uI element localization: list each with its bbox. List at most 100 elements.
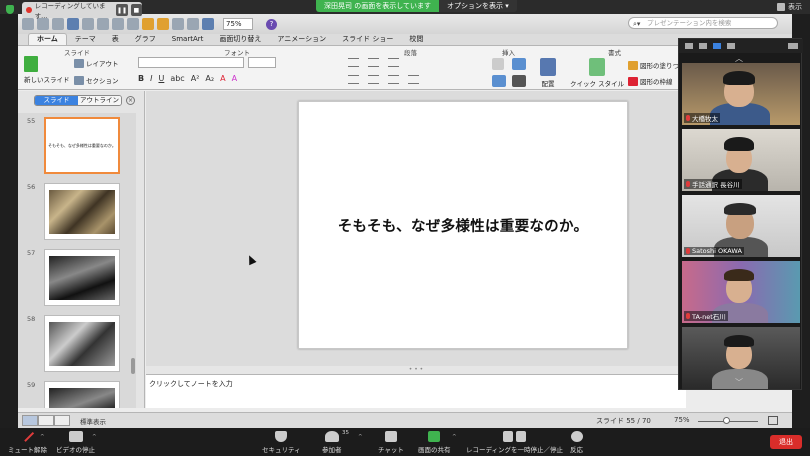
font-color-icon[interactable]: A bbox=[220, 74, 225, 83]
chevron-up-icon[interactable]: ^ bbox=[452, 434, 457, 440]
tab-chart[interactable]: グラフ bbox=[127, 34, 164, 45]
arrange-button[interactable]: 配置 bbox=[540, 58, 556, 88]
tab-slides[interactable]: スライド bbox=[35, 96, 78, 105]
minimize-icon[interactable] bbox=[685, 43, 693, 49]
section-button[interactable]: セクション bbox=[74, 75, 119, 85]
font-size-select[interactable] bbox=[248, 57, 276, 68]
tab-transitions[interactable]: 画面切り替え bbox=[211, 34, 269, 45]
presenter-view-icon[interactable] bbox=[54, 415, 70, 426]
slide-thumbnail-selected[interactable]: そもそも、なぜ多様性は重要なのか。 bbox=[44, 117, 120, 174]
shape-icon[interactable] bbox=[492, 75, 506, 87]
reactions-button[interactable]: 反応 bbox=[570, 431, 583, 454]
align-right-icon[interactable] bbox=[388, 75, 399, 84]
close-icon[interactable]: × bbox=[126, 96, 135, 105]
chat-button[interactable]: チャット bbox=[378, 431, 404, 454]
tab-review[interactable]: 校閲 bbox=[401, 34, 431, 45]
redo-icon[interactable] bbox=[172, 18, 184, 30]
gallery-view-icon[interactable] bbox=[727, 43, 735, 49]
bold-icon[interactable]: B bbox=[138, 74, 144, 83]
indent-icon[interactable] bbox=[388, 58, 399, 67]
subscript-icon[interactable]: A₂ bbox=[205, 74, 214, 83]
thumbnail-view-icon[interactable] bbox=[699, 43, 707, 49]
chevron-up-icon[interactable]: ^ bbox=[40, 434, 45, 440]
slide-thumbnail[interactable] bbox=[44, 315, 120, 372]
underline-icon[interactable]: U bbox=[158, 74, 164, 83]
zoom-select[interactable]: 75% bbox=[223, 18, 253, 30]
tab-home[interactable]: ホーム bbox=[28, 33, 67, 45]
slide-thumbnail[interactable] bbox=[44, 249, 120, 306]
tab-slideshow[interactable]: スライド ショー bbox=[334, 34, 401, 45]
gallery-icon[interactable] bbox=[202, 18, 214, 30]
chevron-up-icon[interactable]: ^ bbox=[358, 434, 363, 440]
text-box-icon[interactable] bbox=[492, 58, 504, 70]
chevron-up-icon[interactable]: ^ bbox=[92, 434, 97, 440]
shape-outline-label: 図形の枠線 bbox=[640, 78, 673, 86]
display-button[interactable]: 表示 bbox=[777, 2, 802, 12]
slide-thumbnail[interactable] bbox=[44, 183, 120, 240]
tab-outline[interactable]: アウトライン bbox=[78, 96, 121, 105]
list-item[interactable]: 57 bbox=[18, 247, 136, 309]
tab-table[interactable]: 表 bbox=[104, 34, 127, 45]
numbering-icon[interactable] bbox=[368, 58, 379, 67]
notes-pane[interactable]: クリックしてノートを入力 bbox=[146, 374, 686, 408]
participant-tile[interactable]: TA-net石川 bbox=[682, 261, 800, 323]
bullets-icon[interactable] bbox=[348, 58, 359, 67]
copy-icon[interactable] bbox=[112, 18, 124, 30]
notes-splitter[interactable]: • • • bbox=[146, 366, 686, 374]
list-item[interactable]: 59 bbox=[18, 379, 136, 408]
participant-tile-active[interactable]: 手話通訳 長谷川 bbox=[682, 129, 800, 191]
new-icon[interactable] bbox=[22, 18, 34, 30]
layout-button[interactable]: レイアウト bbox=[74, 58, 119, 68]
options-button[interactable]: オプションを表示 ▾ bbox=[439, 0, 517, 12]
recording-control-button[interactable]: レコーディングを一時停止／停止 bbox=[466, 431, 563, 454]
justify-icon[interactable] bbox=[408, 75, 419, 84]
slide-thumbnail[interactable] bbox=[44, 381, 120, 408]
participant-tile[interactable]: Satoshi OKAWA bbox=[682, 195, 800, 257]
paste-icon[interactable] bbox=[127, 18, 139, 30]
tab-theme[interactable]: テーマ bbox=[67, 34, 104, 45]
format-painter-icon[interactable] bbox=[142, 18, 154, 30]
slide-title[interactable]: そもそも、なぜ多様性は重要なのか。 bbox=[338, 215, 589, 236]
slide-sorter-icon[interactable] bbox=[38, 415, 54, 426]
highlight-icon[interactable]: A bbox=[232, 74, 237, 83]
new-slide-button[interactable]: 新しいスライド bbox=[24, 56, 70, 84]
superscript-icon[interactable]: A² bbox=[191, 74, 200, 83]
tab-smartart[interactable]: SmartArt bbox=[164, 34, 212, 45]
current-slide[interactable]: そもそも、なぜ多様性は重要なのか。 bbox=[298, 101, 628, 349]
speaker-view-icon[interactable] bbox=[713, 43, 721, 49]
slideshow-icon[interactable] bbox=[187, 18, 199, 30]
pause-recording-icon[interactable]: ❚❚ bbox=[116, 4, 128, 16]
media-icon[interactable] bbox=[512, 75, 526, 87]
slide-canvas[interactable]: そもそも、なぜ多様性は重要なのか。 bbox=[146, 91, 686, 366]
align-center-icon[interactable] bbox=[368, 75, 379, 84]
thumbnail-scrollbar[interactable] bbox=[131, 358, 135, 374]
shape-outline-button[interactable]: 図形の枠線 bbox=[628, 76, 673, 86]
stop-recording-icon[interactable]: ■ bbox=[130, 4, 143, 16]
picture-icon[interactable] bbox=[512, 58, 526, 70]
share-screen-button[interactable]: 画面の共有 bbox=[418, 431, 451, 454]
shape-fill-button[interactable]: 図形の塗りつ bbox=[628, 60, 679, 70]
font-name-select[interactable] bbox=[138, 57, 244, 68]
list-item[interactable]: 55 そもそも、なぜ多様性は重要なのか。 bbox=[18, 115, 136, 177]
list-item[interactable]: 56 bbox=[18, 181, 136, 243]
align-left-icon[interactable] bbox=[348, 75, 359, 84]
help-icon[interactable]: ? bbox=[266, 18, 277, 30]
thumbnail-list[interactable]: 55 そもそも、なぜ多様性は重要なのか。 56 57 58 59 bbox=[18, 113, 136, 408]
search-input[interactable]: ⌕▾ プレゼンテーション内を検索 bbox=[628, 17, 778, 29]
scroll-down-icon[interactable]: ﹀ bbox=[735, 377, 743, 388]
tab-animations[interactable]: アニメーション bbox=[269, 34, 334, 45]
strikethrough-icon[interactable]: abc bbox=[170, 74, 184, 83]
undo-icon[interactable] bbox=[157, 18, 169, 30]
security-button[interactable]: セキュリティ bbox=[262, 431, 301, 454]
zoom-slider-handle[interactable] bbox=[723, 417, 730, 424]
participant-tile[interactable]: 大橋牧太 bbox=[682, 63, 800, 125]
leave-meeting-button[interactable]: 退出 bbox=[770, 435, 802, 449]
stop-video-button[interactable]: ビデオの停止 bbox=[56, 431, 95, 454]
fit-to-window-icon[interactable] bbox=[768, 416, 778, 425]
quick-style-button[interactable]: クイック スタイル bbox=[570, 58, 624, 88]
panel-options-icon[interactable] bbox=[788, 43, 798, 49]
italic-icon[interactable]: I bbox=[150, 74, 152, 83]
participants-button[interactable]: 参加者 bbox=[322, 431, 342, 454]
normal-view-icon[interactable] bbox=[22, 415, 38, 426]
list-item[interactable]: 58 bbox=[18, 313, 136, 375]
